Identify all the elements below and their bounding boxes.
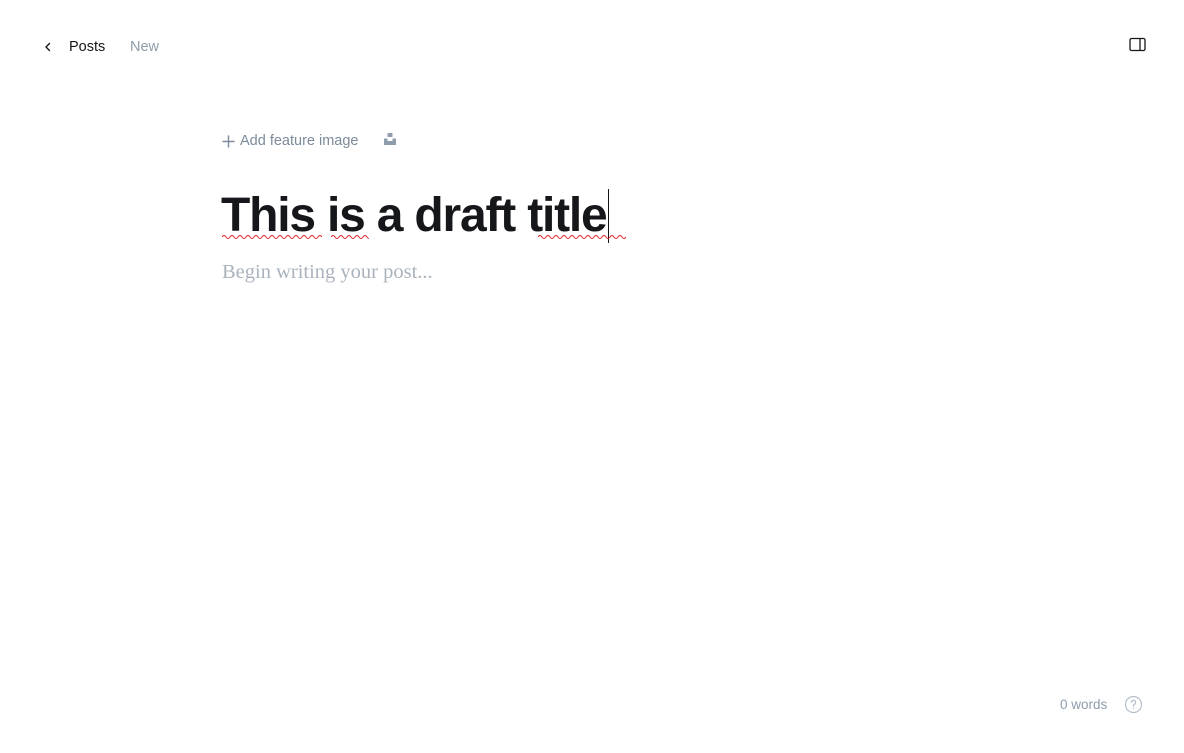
spellcheck-underline	[222, 235, 322, 239]
help-button[interactable]	[1124, 695, 1143, 719]
spellcheck-underline	[331, 235, 369, 239]
settings-menu-toggle[interactable]	[1126, 36, 1150, 58]
add-feature-image-button[interactable]: Add feature image	[221, 133, 359, 149]
unsplash-button[interactable]	[381, 132, 399, 150]
chevron-left-icon	[38, 37, 58, 57]
post-status: New	[130, 39, 160, 55]
back-to-posts-link[interactable]: Posts	[38, 33, 105, 61]
word-count: 0 words	[1060, 697, 1108, 712]
unsplash-icon	[383, 132, 397, 151]
post-editor: Posts New Add feature image This is a dr…	[0, 0, 1184, 753]
feature-image-row: Add feature image	[221, 130, 399, 152]
post-body-editor[interactable]: Begin writing your post...	[222, 261, 433, 284]
back-link-label: Posts	[69, 39, 106, 55]
plus-icon	[221, 134, 235, 148]
add-feature-image-label: Add feature image	[240, 133, 359, 149]
sidebar-panel-icon	[1129, 37, 1147, 58]
spellcheck-underline	[538, 235, 626, 239]
editor-header: Posts New	[0, 0, 1184, 94]
question-circle-icon	[1124, 695, 1143, 719]
